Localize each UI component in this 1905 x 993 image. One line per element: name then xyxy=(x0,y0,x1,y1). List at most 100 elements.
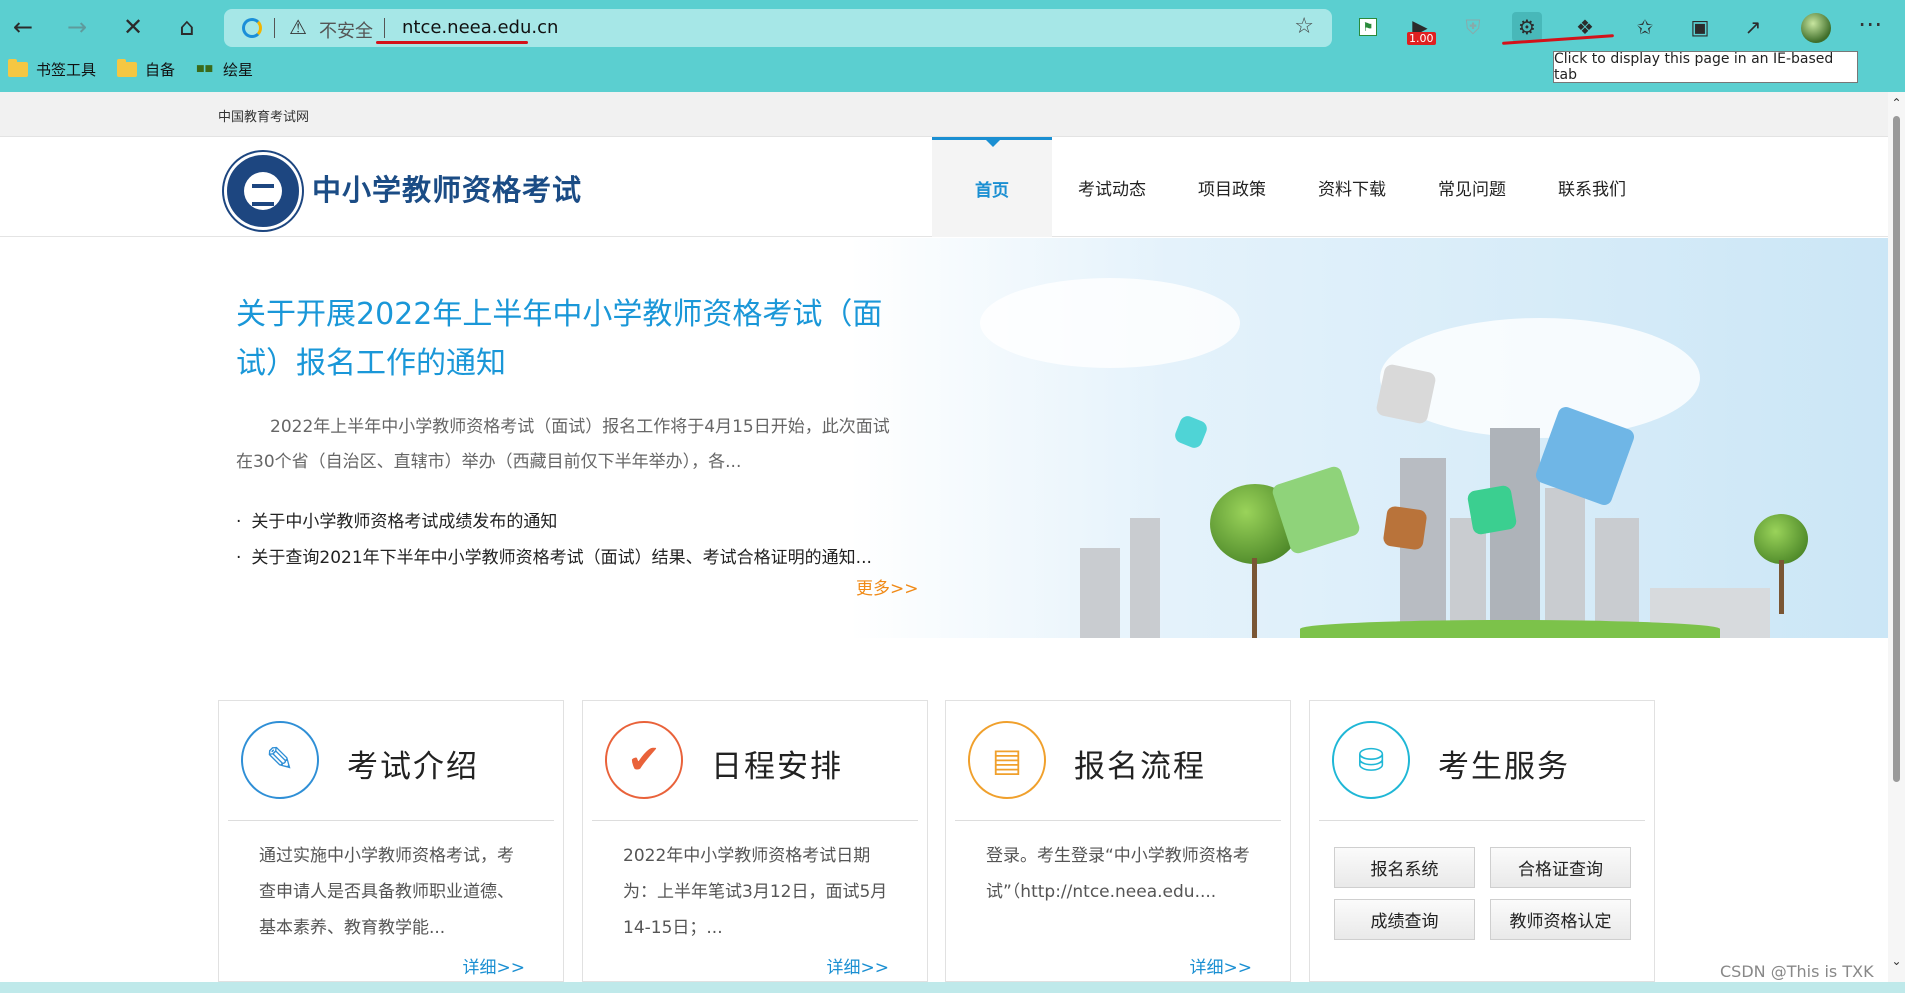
folder-icon xyxy=(117,58,137,77)
card-exam-intro: ✎ 考试介绍 通过实施中小学教师资格考试，考查申请人是否具备教师职业道德、基本素… xyxy=(218,700,564,982)
scroll-down-arrow-icon[interactable]: ⌄ xyxy=(1888,952,1905,969)
card-summary: 2022年中小学教师资格考试日期为：上半年笔试3月12日，面试5月14-15日；… xyxy=(623,846,888,938)
city-skyline-decoration xyxy=(1080,548,1120,638)
top-strip: 中国教育考试网 xyxy=(0,92,1888,137)
detail-link[interactable]: 详细>> xyxy=(1190,953,1253,978)
neea-home-link[interactable]: 中国教育考试网 xyxy=(218,106,309,125)
card-divider xyxy=(955,820,1281,821)
nav-contact[interactable]: 联系我们 xyxy=(1532,137,1652,237)
page-viewport: 中国教育考试网 中小学教师资格考试 首页 考试动态 项目政策 资料下载 常见问题… xyxy=(0,92,1888,982)
card-title[interactable]: 报名流程 xyxy=(1074,741,1206,786)
bookmark-label: 书签工具 xyxy=(36,60,97,79)
bookmark-site-huixing[interactable]: ■■ 绘星 xyxy=(196,58,253,80)
favorite-star-icon[interactable]: ☆ xyxy=(1294,14,1314,39)
share-icon[interactable]: ↗ xyxy=(1738,12,1768,42)
city-skyline-decoration xyxy=(1130,518,1160,638)
contact-book-icon: ⛁ xyxy=(1332,721,1410,799)
home-icon[interactable]: ⌂ xyxy=(172,12,202,42)
card-title[interactable]: 考试介绍 xyxy=(347,741,479,786)
detail-link[interactable]: 详细>> xyxy=(827,953,890,978)
extension-badge: 1.00 xyxy=(1407,32,1436,45)
back-arrow-icon[interactable]: ← xyxy=(8,12,38,42)
detail-link[interactable]: 详细>> xyxy=(463,953,526,978)
url-annotation-underline xyxy=(376,41,528,44)
nav-exam-news[interactable]: 考试动态 xyxy=(1052,137,1172,237)
card-schedule: ✔ 日程安排 2022年中小学教师资格考试日期为：上半年笔试3月12日，面试5月… xyxy=(582,700,928,982)
page-scrollbar[interactable]: ⌃ ⌄ xyxy=(1888,92,1905,982)
document-pen-icon: ✎ xyxy=(241,721,319,799)
card-divider xyxy=(1319,820,1645,821)
ie-tab-tooltip: Click to display this page in an IE-base… xyxy=(1553,51,1858,83)
profile-avatar[interactable] xyxy=(1801,13,1831,43)
tree-trunk-decoration xyxy=(1779,560,1784,614)
city-skyline-decoration xyxy=(1490,428,1540,638)
tree-trunk-decoration xyxy=(1252,558,1257,638)
bookmark-label: 自备 xyxy=(145,60,176,79)
news-link[interactable]: 关于查询2021年下半年中小学教师资格考试（面试）结果、考试合格证明的通知... xyxy=(236,540,871,576)
city-skyline-decoration xyxy=(1545,488,1585,638)
video-extension-icon[interactable]: ▶ 1.00 xyxy=(1405,12,1436,45)
card-summary: 登录。考生登录“中小学教师资格考试”（http://ntce.neea.edu.… xyxy=(986,846,1250,902)
news-link[interactable]: 关于中小学教师资格考试成绩发布的通知 xyxy=(236,504,872,540)
card-divider xyxy=(228,820,554,821)
card-summary: 通过实施中小学教师资格考试，考查申请人是否具备教师职业道德、基本素养、教育教学能… xyxy=(259,846,514,938)
card-title[interactable]: 日程安排 xyxy=(711,741,843,786)
featured-news-summary: 2022年上半年中小学教师资格考试（面试）报名工作将于4月15日开始，此次面试在… xyxy=(236,417,890,472)
stop-loading-icon[interactable]: ✕ xyxy=(118,12,148,42)
news-banner: 关于开展2022年上半年中小学教师资格考试（面试）报名工作的通知 2022年上半… xyxy=(0,238,1888,638)
folder-icon xyxy=(8,58,28,77)
more-news-link[interactable]: 更多>> xyxy=(856,574,919,599)
main-nav: 首页 考试动态 项目政策 资料下载 常见问题 联系我们 xyxy=(932,137,1652,237)
site-title[interactable]: 中小学教师资格考试 xyxy=(312,167,582,209)
address-separator xyxy=(274,18,275,38)
registration-system-button[interactable]: 报名系统 xyxy=(1334,847,1475,888)
bottom-band xyxy=(0,982,1905,993)
checkmark-icon: ✔ xyxy=(605,721,683,799)
url-text[interactable]: ntce.neea.edu.cn xyxy=(402,17,558,38)
logo-book-icon xyxy=(244,172,282,210)
address-separator xyxy=(384,18,385,38)
forward-arrow-icon[interactable]: → xyxy=(62,12,92,42)
news-list: 关于中小学教师资格考试成绩发布的通知 关于查询2021年下半年中小学教师资格考试… xyxy=(236,504,872,576)
bookmark-label: 绘星 xyxy=(223,60,254,79)
nav-policy[interactable]: 项目政策 xyxy=(1172,137,1292,237)
cube-decoration xyxy=(1375,363,1437,425)
collections-icon[interactable]: ▣ xyxy=(1685,12,1715,42)
flag-extension-icon[interactable]: ⚑ xyxy=(1353,12,1383,42)
card-registration: ▤ 报名流程 登录。考生登录“中小学教师资格考试”（http://ntce.ne… xyxy=(945,700,1291,982)
certificate-query-button[interactable]: 合格证查询 xyxy=(1490,847,1631,888)
teacher-qualification-button[interactable]: 教师资格认定 xyxy=(1490,899,1631,940)
score-query-button[interactable]: 成绩查询 xyxy=(1334,899,1475,940)
favorites-icon[interactable]: ✩ xyxy=(1630,12,1660,42)
grass-decoration xyxy=(1300,620,1720,638)
csdn-watermark: CSDN @This is TXK xyxy=(1720,962,1874,981)
warning-triangle-icon[interactable]: ⚠ xyxy=(289,15,307,39)
form-edit-icon: ▤ xyxy=(968,721,1046,799)
scroll-thumb[interactable] xyxy=(1893,116,1900,782)
ie-mode-icon xyxy=(242,18,262,38)
nav-downloads[interactable]: 资料下载 xyxy=(1292,137,1412,237)
cloud-decoration xyxy=(0,358,160,558)
ie-tab-extension-icon[interactable]: ⚙ xyxy=(1512,12,1542,42)
bookmark-folder-tools[interactable]: 书签工具 xyxy=(8,58,96,80)
address-bar[interactable]: ⚠ 不安全 ntce.neea.edu.cn ☆ xyxy=(224,9,1332,47)
card-divider xyxy=(592,820,918,821)
cube-decoration xyxy=(1172,413,1210,451)
featured-news-title[interactable]: 关于开展2022年上半年中小学教师资格考试（面试）报名工作的通知 xyxy=(236,290,896,388)
site-header: 中小学教师资格考试 首页 考试动态 项目政策 资料下载 常见问题 联系我们 xyxy=(0,137,1888,237)
bookmark-folder-self[interactable]: 自备 xyxy=(117,58,175,80)
cube-decoration xyxy=(1466,484,1518,536)
nav-faq[interactable]: 常见问题 xyxy=(1412,137,1532,237)
service-cards: ✎ 考试介绍 通过实施中小学教师资格考试，考查申请人是否具备教师职业道德、基本素… xyxy=(218,700,1655,982)
more-menu-icon[interactable]: ⋯ xyxy=(1858,10,1882,38)
site-logo[interactable] xyxy=(224,152,302,230)
tree-decoration xyxy=(1754,514,1808,564)
nav-home[interactable]: 首页 xyxy=(932,137,1052,237)
site-icon: ■■ xyxy=(196,64,214,74)
card-candidate-services: ⛁ 考生服务 报名系统 合格证查询 成绩查询 教师资格认定 xyxy=(1309,700,1655,982)
scroll-up-arrow-icon[interactable]: ⌃ xyxy=(1888,94,1905,111)
card-title[interactable]: 考生服务 xyxy=(1438,741,1570,786)
cloud-decoration xyxy=(980,278,1240,368)
shield-extension-icon[interactable]: ⛨ xyxy=(1458,12,1488,42)
security-label[interactable]: 不安全 xyxy=(319,17,373,43)
